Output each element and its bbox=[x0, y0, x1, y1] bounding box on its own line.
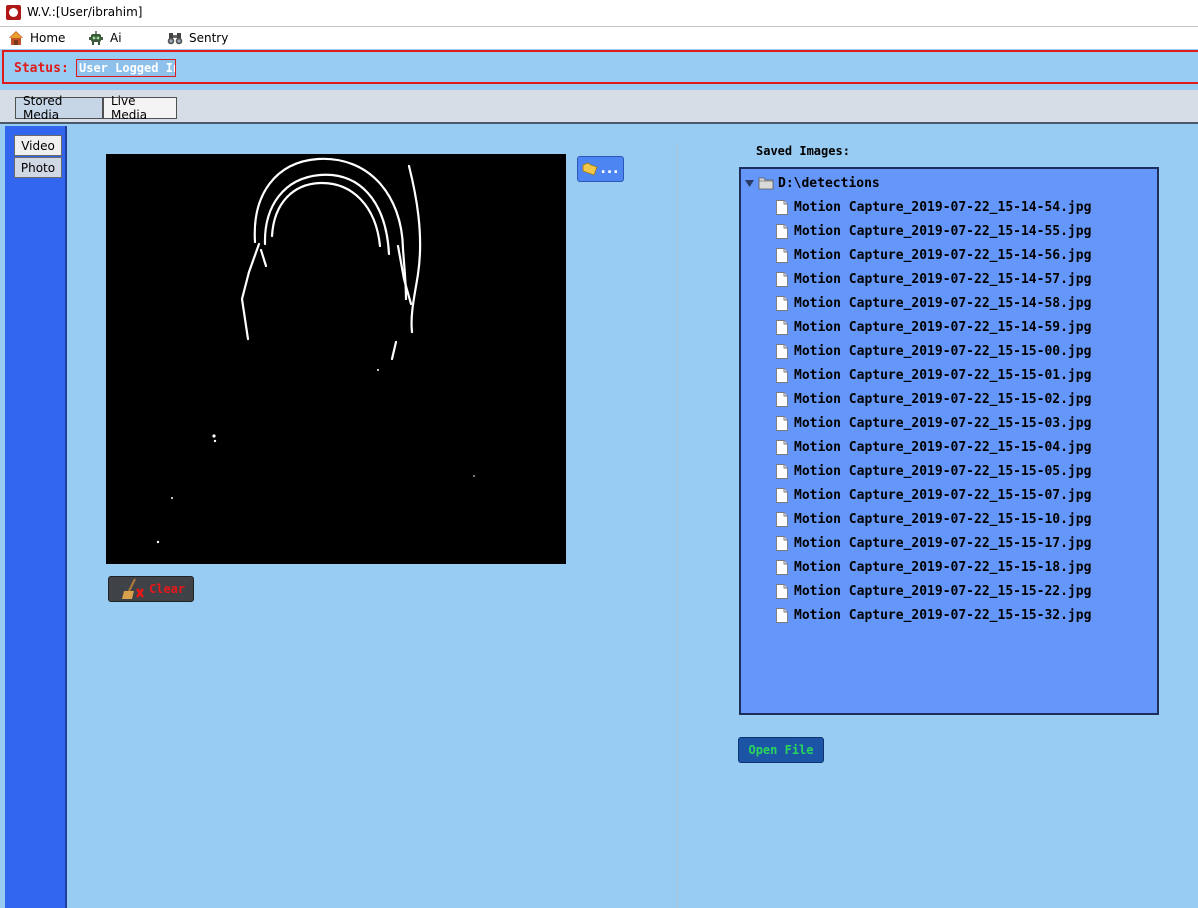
file-icon bbox=[776, 487, 788, 503]
tree-file-item[interactable]: Motion Capture_2019-07-22_15-14-55.jpg bbox=[776, 219, 1091, 243]
file-icon bbox=[776, 463, 788, 479]
binoculars-icon bbox=[167, 33, 183, 45]
app-logo-icon bbox=[6, 5, 21, 20]
photo-button[interactable]: Photo bbox=[14, 157, 62, 178]
menu-label: Ai bbox=[110, 31, 122, 45]
tree-file-label: Motion Capture_2019-07-22_15-15-04.jpg bbox=[794, 439, 1092, 455]
tree-file-label: Motion Capture_2019-07-22_15-15-01.jpg bbox=[794, 367, 1092, 383]
menu-item-sentry[interactable]: Sentry bbox=[167, 29, 228, 47]
video-button[interactable]: Video bbox=[14, 135, 62, 156]
file-icon bbox=[776, 511, 788, 527]
file-icon bbox=[776, 271, 788, 287]
saved-images-tree[interactable]: D:\detections Motion Capture_2019-07-22_… bbox=[739, 167, 1159, 715]
saved-images-label: Saved Images: bbox=[756, 144, 850, 158]
tree-file-item[interactable]: Motion Capture_2019-07-22_15-15-05.jpg bbox=[776, 459, 1091, 483]
tree-file-label: Motion Capture_2019-07-22_15-14-55.jpg bbox=[794, 223, 1092, 239]
clear-button[interactable]: Clear bbox=[108, 576, 194, 602]
tree-file-item[interactable]: Motion Capture_2019-07-22_15-15-10.jpg bbox=[776, 507, 1091, 531]
tree-file-item[interactable]: Motion Capture_2019-07-22_15-15-32.jpg bbox=[776, 603, 1091, 627]
window-title: W.V.:[User/ibrahim] bbox=[27, 5, 143, 19]
tree-file-label: Motion Capture_2019-07-22_15-15-32.jpg bbox=[794, 607, 1092, 623]
file-icon bbox=[776, 559, 788, 575]
tab-stored-media[interactable]: Stored Media bbox=[15, 94, 103, 122]
tree-file-item[interactable]: Motion Capture_2019-07-22_15-15-01.jpg bbox=[776, 363, 1091, 387]
file-icon bbox=[776, 199, 788, 215]
folder-icon bbox=[582, 162, 598, 176]
browse-folder-button[interactable]: ... bbox=[577, 156, 624, 182]
tree-file-list: Motion Capture_2019-07-22_15-14-54.jpg Mo… bbox=[776, 195, 1091, 627]
browse-button-label: ... bbox=[600, 161, 620, 177]
tree-file-label: Motion Capture_2019-07-22_15-15-03.jpg bbox=[794, 415, 1092, 431]
title-bar: W.V.:[User/ibrahim] bbox=[0, 0, 1198, 27]
tree-file-label: Motion Capture_2019-07-22_15-15-22.jpg bbox=[794, 583, 1092, 599]
clear-button-label: Clear bbox=[149, 582, 186, 596]
tree-file-label: Motion Capture_2019-07-22_15-14-54.jpg bbox=[794, 199, 1092, 215]
file-icon bbox=[776, 223, 788, 239]
media-tab-strip: Stored Media Live Media bbox=[0, 90, 1198, 124]
menu-item-ai[interactable]: Ai bbox=[88, 29, 122, 47]
menu-bar: Home Ai Sentry bbox=[0, 27, 1198, 49]
tree-file-item[interactable]: Motion Capture_2019-07-22_15-15-00.jpg bbox=[776, 339, 1091, 363]
tree-file-item[interactable]: Motion Capture_2019-07-22_15-14-56.jpg bbox=[776, 243, 1091, 267]
tree-file-label: Motion Capture_2019-07-22_15-15-05.jpg bbox=[794, 463, 1092, 479]
motion-capture-image bbox=[156, 157, 475, 544]
image-viewer bbox=[106, 154, 566, 564]
tree-file-item[interactable]: Motion Capture_2019-07-22_15-15-02.jpg bbox=[776, 387, 1091, 411]
tree-file-label: Motion Capture_2019-07-22_15-15-10.jpg bbox=[794, 511, 1092, 527]
tree-file-label: Motion Capture_2019-07-22_15-15-00.jpg bbox=[794, 343, 1092, 359]
tree-file-label: Motion Capture_2019-07-22_15-14-59.jpg bbox=[794, 319, 1092, 335]
file-icon bbox=[776, 535, 788, 551]
file-icon bbox=[776, 343, 788, 359]
tree-file-label: Motion Capture_2019-07-22_15-14-58.jpg bbox=[794, 295, 1092, 311]
tree-root-label: D:\detections bbox=[778, 175, 880, 191]
file-icon bbox=[776, 391, 788, 407]
file-icon bbox=[776, 367, 788, 383]
tree-file-item[interactable]: Motion Capture_2019-07-22_15-15-18.jpg bbox=[776, 555, 1091, 579]
tree-file-item[interactable]: Motion Capture_2019-07-22_15-15-17.jpg bbox=[776, 531, 1091, 555]
tree-root-folder[interactable]: D:\detections bbox=[745, 175, 880, 191]
menu-label: Home bbox=[30, 31, 66, 45]
status-bar: Status: User Logged In bbox=[2, 50, 1198, 84]
menu-item-home[interactable]: Home bbox=[8, 29, 65, 47]
tree-file-label: Motion Capture_2019-07-22_15-14-57.jpg bbox=[794, 271, 1092, 287]
tree-file-item[interactable]: Motion Capture_2019-07-22_15-14-57.jpg bbox=[776, 267, 1091, 291]
tree-file-item[interactable]: Motion Capture_2019-07-22_15-14-58.jpg bbox=[776, 291, 1091, 315]
media-type-sidebar: Video Photo bbox=[5, 126, 67, 908]
menu-label: Sentry bbox=[189, 31, 229, 45]
tree-file-item[interactable]: Motion Capture_2019-07-22_15-14-54.jpg bbox=[776, 195, 1091, 219]
panel-divider[interactable] bbox=[677, 144, 678, 908]
house-icon bbox=[9, 31, 23, 45]
broom-icon bbox=[122, 578, 144, 599]
tree-file-item[interactable]: Motion Capture_2019-07-22_15-15-07.jpg bbox=[776, 483, 1091, 507]
file-icon bbox=[776, 439, 788, 455]
expand-triangle-icon[interactable] bbox=[745, 179, 754, 188]
status-field: User Logged In bbox=[76, 59, 176, 77]
tree-file-item[interactable]: Motion Capture_2019-07-22_15-14-59.jpg bbox=[776, 315, 1091, 339]
file-icon bbox=[776, 415, 788, 431]
tree-file-item[interactable]: Motion Capture_2019-07-22_15-15-04.jpg bbox=[776, 435, 1091, 459]
tab-live-media[interactable]: Live Media bbox=[103, 94, 177, 122]
file-icon bbox=[776, 319, 788, 335]
folder-icon bbox=[758, 177, 774, 190]
open-file-button[interactable]: Open File bbox=[738, 737, 824, 763]
file-icon bbox=[776, 607, 788, 623]
tree-file-label: Motion Capture_2019-07-22_15-15-02.jpg bbox=[794, 391, 1092, 407]
file-icon bbox=[776, 583, 788, 599]
tree-file-item[interactable]: Motion Capture_2019-07-22_15-15-03.jpg bbox=[776, 411, 1091, 435]
tree-file-label: Motion Capture_2019-07-22_15-14-56.jpg bbox=[794, 247, 1092, 263]
status-label: Status: bbox=[14, 61, 69, 76]
file-icon bbox=[776, 295, 788, 311]
tree-file-label: Motion Capture_2019-07-22_15-15-07.jpg bbox=[794, 487, 1092, 503]
file-icon bbox=[776, 247, 788, 263]
tree-file-label: Motion Capture_2019-07-22_15-15-17.jpg bbox=[794, 535, 1092, 551]
tree-file-label: Motion Capture_2019-07-22_15-15-18.jpg bbox=[794, 559, 1092, 575]
tree-file-item[interactable]: Motion Capture_2019-07-22_15-15-22.jpg bbox=[776, 579, 1091, 603]
robot-icon bbox=[89, 31, 103, 45]
